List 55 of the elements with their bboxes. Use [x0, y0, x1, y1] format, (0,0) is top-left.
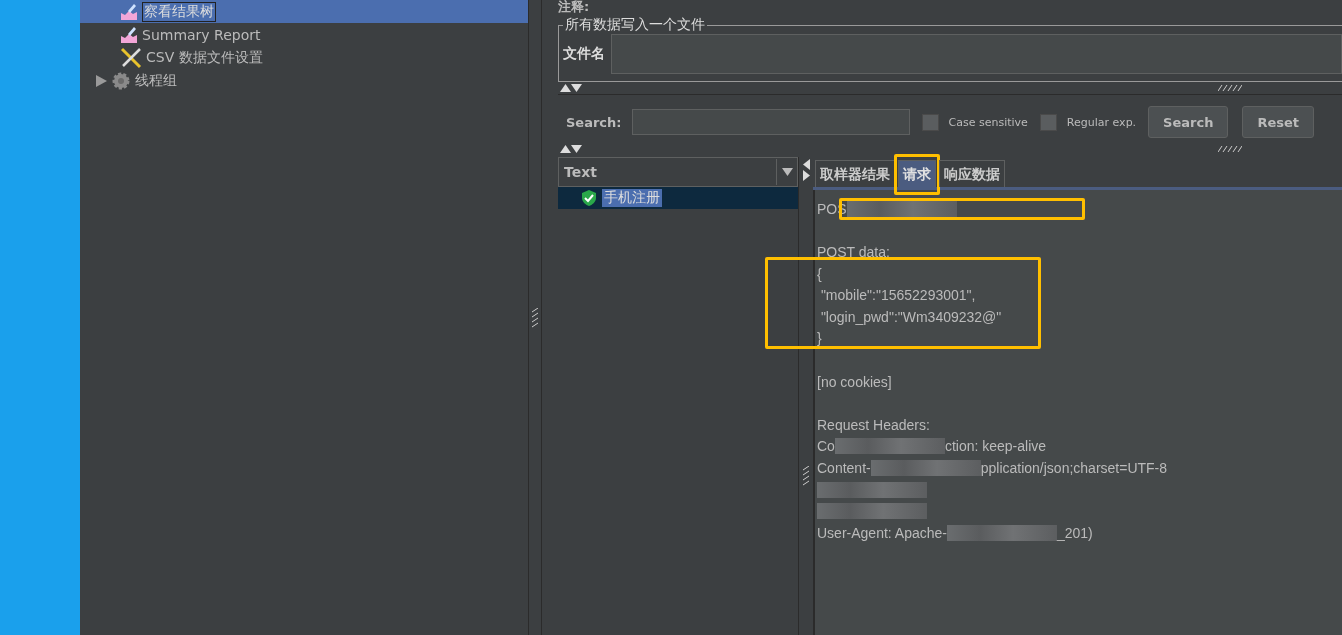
request-text: pplication/json;charset=UTF-8	[980, 459, 1168, 476]
grip-icon[interactable]	[1218, 146, 1242, 152]
gear-icon	[111, 70, 131, 91]
tree-item-label: 线程组	[135, 71, 177, 90]
comment-label: 注释:	[558, 0, 591, 14]
request-text: _201)	[1056, 524, 1093, 541]
tree-item[interactable]: Summary Report	[80, 23, 528, 46]
request-text: }	[817, 330, 822, 347]
graph-icon	[120, 25, 138, 44]
expand-icon[interactable]	[96, 74, 107, 87]
group-title: 所有数据写入一个文件	[564, 16, 706, 34]
collapse-right-icon[interactable]	[802, 170, 810, 181]
grip-icon[interactable]	[532, 307, 538, 328]
tree-item-label: CSV 数据文件设置	[146, 48, 263, 67]
expand-up-icon[interactable]	[560, 84, 571, 92]
request-text: [no cookies]	[817, 373, 892, 390]
result-label: 手机注册	[602, 189, 662, 207]
field-label: 文件名	[563, 45, 605, 63]
tree-item-label: Summary Report	[142, 26, 261, 43]
search-field[interactable]	[631, 109, 910, 135]
request-text: User-Agent: Apache-	[817, 524, 947, 541]
request-text: Co	[817, 438, 835, 455]
action-button[interactable]: Search	[1148, 106, 1229, 138]
checkbox-label: Case sensitive	[948, 115, 1028, 129]
filename-field[interactable]	[611, 34, 1342, 74]
request-text: POST data:	[817, 244, 890, 260]
graph-icon	[120, 2, 138, 21]
expand-down-icon[interactable]	[571, 145, 582, 153]
tab[interactable]: 请求	[898, 160, 936, 187]
renderer-dropdown[interactable]: Text	[558, 157, 798, 187]
tools-icon	[120, 46, 142, 69]
tree-item[interactable]: CSV 数据文件设置	[80, 46, 528, 69]
grip-icon[interactable]	[803, 466, 809, 486]
checkbox[interactable]	[921, 113, 939, 131]
request-text: "login_pwd":"Wm3409232@"	[819, 308, 1002, 325]
checkbox[interactable]	[1039, 113, 1057, 131]
request-text: ction: keep-alive	[944, 438, 1047, 455]
tree-item[interactable]: 线程组	[80, 69, 528, 92]
expand-up-icon[interactable]	[560, 145, 571, 153]
result-item[interactable]: 手机注册	[558, 187, 798, 209]
tab[interactable]: 取样器结果	[815, 160, 895, 187]
search-label: Search:	[566, 114, 622, 130]
action-button[interactable]: Reset	[1242, 106, 1315, 138]
expand-down-icon[interactable]	[571, 84, 582, 92]
tree-item[interactable]: 察看结果树	[80, 0, 528, 23]
tree-item-label: 察看结果树	[142, 1, 216, 22]
request-text: Content-	[817, 459, 871, 476]
caret-icon	[781, 168, 793, 176]
request-text: {	[817, 265, 822, 282]
grip-icon[interactable]	[1218, 85, 1242, 91]
request-text: "mobile":"15652293001",	[819, 287, 976, 304]
checkbox-label: Regular exp.	[1066, 115, 1137, 129]
tab[interactable]: 响应数据	[939, 160, 1005, 187]
collapse-left-icon[interactable]	[802, 159, 810, 170]
request-text: Request Headers:	[817, 416, 930, 433]
